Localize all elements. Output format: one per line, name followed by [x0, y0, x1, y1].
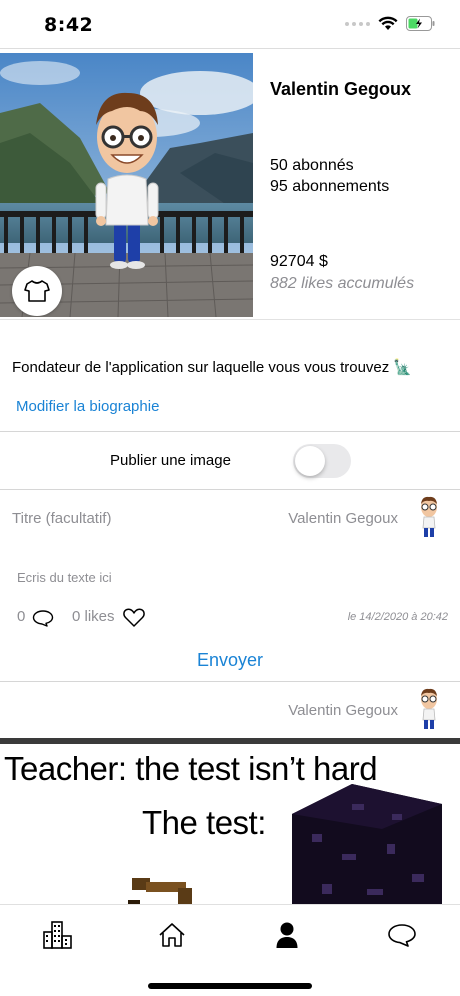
following-count[interactable]: 95 abonnements — [270, 178, 389, 196]
toggle-knob — [295, 446, 325, 476]
send-button[interactable]: Envoyer — [0, 650, 460, 671]
accumulated-likes: 882 likes accumulés — [270, 275, 415, 292]
profile-icon — [276, 922, 298, 948]
obsidian-block-image — [292, 784, 442, 904]
new-post-composer: Titre (facultatif) Valentin Gegoux Ecris… — [0, 490, 460, 682]
wifi-icon — [378, 16, 398, 30]
tab-profile[interactable] — [267, 917, 307, 953]
tab-chat[interactable] — [382, 917, 422, 953]
chat-icon — [388, 924, 416, 947]
post-image[interactable]: Teacher: the test isn’t hard The test: — [0, 738, 460, 904]
meme-caption-teacher: Teacher: the test isn’t hard — [4, 750, 378, 787]
signal-icon — [345, 21, 370, 26]
battery-icon — [406, 16, 435, 31]
profile-name: Valentin Gegoux — [270, 79, 412, 99]
edit-biography-link[interactable]: Modifier la biographie — [16, 398, 159, 415]
avatar-scene[interactable] — [0, 53, 253, 317]
meme-caption-test: The test: — [142, 804, 266, 841]
city-icon — [43, 921, 72, 949]
biography-text: Fondateur de l'application sur laquelle … — [12, 359, 413, 376]
publish-image-label: Publier une image — [110, 452, 231, 469]
likes-count: 0 likes — [72, 608, 115, 625]
home-indicator — [148, 983, 312, 989]
home-icon — [159, 923, 185, 947]
pickaxe-image — [128, 878, 192, 904]
money-balance: 92704 $ — [270, 253, 328, 270]
post-text-input[interactable]: Ecris du texte ici — [17, 570, 112, 585]
profile-header: Valentin Gegoux 50 abonnés 95 abonnement… — [0, 48, 460, 320]
comment-icon[interactable] — [32, 609, 54, 627]
publish-image-row: Publier une image — [0, 432, 460, 490]
followers-count[interactable]: 50 abonnés — [270, 157, 354, 175]
post-author: Valentin Gegoux — [288, 510, 398, 527]
tab-bar — [0, 904, 460, 996]
feed-author-avatar[interactable] — [412, 686, 446, 730]
status-time: 8:42 — [44, 14, 94, 36]
biography-section: Fondateur de l'application sur laquelle … — [0, 320, 460, 432]
publish-image-toggle[interactable] — [293, 444, 351, 478]
heart-icon[interactable] — [122, 607, 146, 628]
feed-post-author: Valentin Gegoux — [288, 702, 398, 719]
post-date: le 14/2/2020 à 20:42 — [347, 611, 448, 623]
comment-count: 0 — [17, 608, 26, 625]
tab-city[interactable] — [38, 917, 78, 953]
status-bar: 8:42 — [0, 0, 460, 48]
post-title-input[interactable]: Titre (facultatif) — [12, 510, 111, 527]
status-icons — [345, 16, 436, 31]
feed-post: Valentin Gegoux Teacher: the test isn’t … — [0, 682, 460, 904]
author-avatar[interactable] — [412, 494, 446, 538]
shirt-icon — [24, 280, 50, 302]
tab-home[interactable] — [152, 917, 192, 953]
change-outfit-button[interactable] — [12, 266, 62, 316]
